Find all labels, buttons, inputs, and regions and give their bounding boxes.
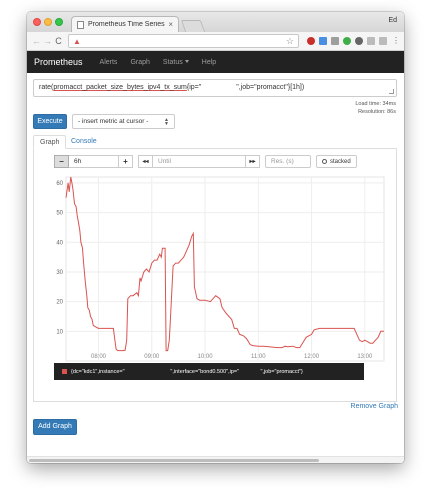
- graph-legend[interactable]: {dc="kdc1",instance=" ",interface="bond0…: [54, 363, 364, 380]
- nav-status[interactable]: Status: [163, 59, 189, 66]
- close-window-button[interactable]: [33, 18, 41, 26]
- title-bar: Prometheus Time Series Colle × Ed: [27, 12, 404, 32]
- extension-cast-icon[interactable]: [331, 37, 339, 45]
- browser-tab[interactable]: Prometheus Time Series Colle ×: [71, 16, 179, 32]
- shift-forward-button[interactable]: ▸▸: [245, 155, 260, 168]
- new-tab-button[interactable]: [180, 20, 206, 32]
- profile-name[interactable]: Ed: [388, 17, 397, 24]
- y-tick-label: 30: [56, 270, 63, 276]
- nav-alerts[interactable]: Alerts: [100, 59, 118, 66]
- minimize-window-button[interactable]: [44, 18, 52, 26]
- x-tick-label: 10:00: [198, 354, 214, 360]
- nav-status-label: Status: [162, 58, 183, 66]
- y-tick-label: 20: [56, 300, 63, 306]
- resize-handle[interactable]: [389, 89, 394, 94]
- reload-button[interactable]: C: [53, 36, 64, 46]
- execute-button[interactable]: Execute: [33, 114, 67, 129]
- x-tick-label: 13:00: [357, 354, 373, 360]
- y-tick-label: 40: [56, 240, 63, 246]
- extension-dark-icon[interactable]: [355, 37, 363, 45]
- legend-label: {dc="kdc1",instance=" ",interface="bond0…: [71, 368, 303, 375]
- browser-toolbar: ← → C ▲ ☆ ⋮: [27, 32, 404, 51]
- y-tick-label: 60: [56, 181, 63, 187]
- add-graph-button[interactable]: Add Graph: [33, 419, 77, 435]
- graph-controls: − 6h + ◂◂ Until ▸▸ Res. (s) stacked: [54, 155, 357, 168]
- extension-green-icon[interactable]: [343, 37, 351, 45]
- tab-graph[interactable]: Graph: [33, 135, 67, 149]
- expr-suffix: ",job="promacct"}[1h]): [236, 84, 305, 91]
- x-tick-label: 11:00: [251, 354, 266, 360]
- caret-down-icon: [184, 60, 189, 64]
- expr-label-start: {ip=": [186, 84, 202, 91]
- extension-light-icon[interactable]: [379, 37, 387, 45]
- prometheus-navbar: Prometheus Alerts Graph Status Help: [27, 51, 404, 73]
- shift-back-button[interactable]: ◂◂: [138, 155, 153, 168]
- expr-gap: [201, 84, 236, 91]
- legend-swatch: [62, 369, 67, 374]
- nav-graph[interactable]: Graph: [130, 59, 149, 66]
- until-input[interactable]: Until: [153, 155, 245, 168]
- address-bar[interactable]: ▲ ☆: [68, 34, 299, 48]
- back-button[interactable]: ←: [31, 36, 42, 46]
- stacked-toggle[interactable]: stacked: [316, 155, 357, 168]
- expr-prefix: rate(: [39, 84, 54, 91]
- resolution-input[interactable]: Res. (s): [265, 155, 311, 168]
- extension-ublock-icon[interactable]: [307, 37, 315, 45]
- menu-icon[interactable]: ⋮: [392, 37, 400, 45]
- metric-select[interactable]: - insert metric at cursor - ▲ ▼: [72, 114, 175, 129]
- x-tick-label: 08:00: [91, 354, 107, 360]
- view-tabs: Graph Console: [33, 135, 397, 149]
- maximize-window-button[interactable]: [55, 18, 63, 26]
- scrollbar-thumb[interactable]: [29, 459, 319, 462]
- extension-gray-icon[interactable]: [367, 37, 375, 45]
- nav-help[interactable]: Help: [202, 59, 216, 66]
- metric-select-label: - insert metric at cursor -: [78, 118, 149, 125]
- page-content: rate(promacct_packet_size_bytes_ipv4_tx_…: [27, 73, 404, 463]
- increase-range-button[interactable]: +: [118, 155, 133, 168]
- y-tick-label: 10: [56, 329, 63, 335]
- star-icon[interactable]: ☆: [286, 36, 294, 47]
- page-icon: [77, 20, 84, 29]
- brand-link[interactable]: Prometheus: [34, 57, 83, 67]
- extension-blue-icon[interactable]: [319, 37, 327, 45]
- x-tick-label: 09:00: [144, 354, 160, 360]
- query-stats: Load time: 34ms Resolution: 86s: [355, 100, 396, 116]
- graph-panel: − 6h + ◂◂ Until ▸▸ Res. (s) stacked 10 20…: [33, 149, 397, 402]
- load-time: Load time: 34ms: [355, 101, 396, 107]
- chart-svg[interactable]: 10 20 30 40 50 60 08:00 09:00 10:00 11:00 12:00 13:…: [44, 173, 388, 373]
- stacked-label: stacked: [330, 158, 351, 165]
- range-input[interactable]: 6h: [69, 155, 118, 168]
- y-tick-label: 50: [56, 211, 63, 217]
- radio-icon: [322, 159, 327, 164]
- tab-close-icon[interactable]: ×: [168, 20, 173, 29]
- expr-metric: promacct_packet_size_bytes_ipv4_tx_sum: [53, 84, 187, 91]
- forward-button[interactable]: →: [42, 36, 53, 46]
- graph-chart[interactable]: 10 20 30 40 50 60 08:00 09:00 10:00 11:00 12:00 13:…: [44, 173, 388, 373]
- remove-graph-link[interactable]: Remove Graph: [351, 403, 398, 410]
- select-arrows-icon: ▲ ▼: [164, 116, 169, 127]
- decrease-range-button[interactable]: −: [54, 155, 69, 168]
- warning-icon[interactable]: ▲: [73, 37, 81, 46]
- tab-title: Prometheus Time Series Colle: [88, 21, 165, 28]
- tab-console[interactable]: Console: [65, 135, 103, 149]
- resolution: Resolution: 86s: [358, 109, 396, 115]
- x-tick-label: 12:00: [304, 354, 320, 360]
- browser-window: Prometheus Time Series Colle × Ed ← → C …: [27, 12, 404, 463]
- horizontal-scrollbar[interactable]: [27, 456, 404, 463]
- expression-input[interactable]: rate(promacct_packet_size_bytes_ipv4_tx_…: [33, 79, 397, 97]
